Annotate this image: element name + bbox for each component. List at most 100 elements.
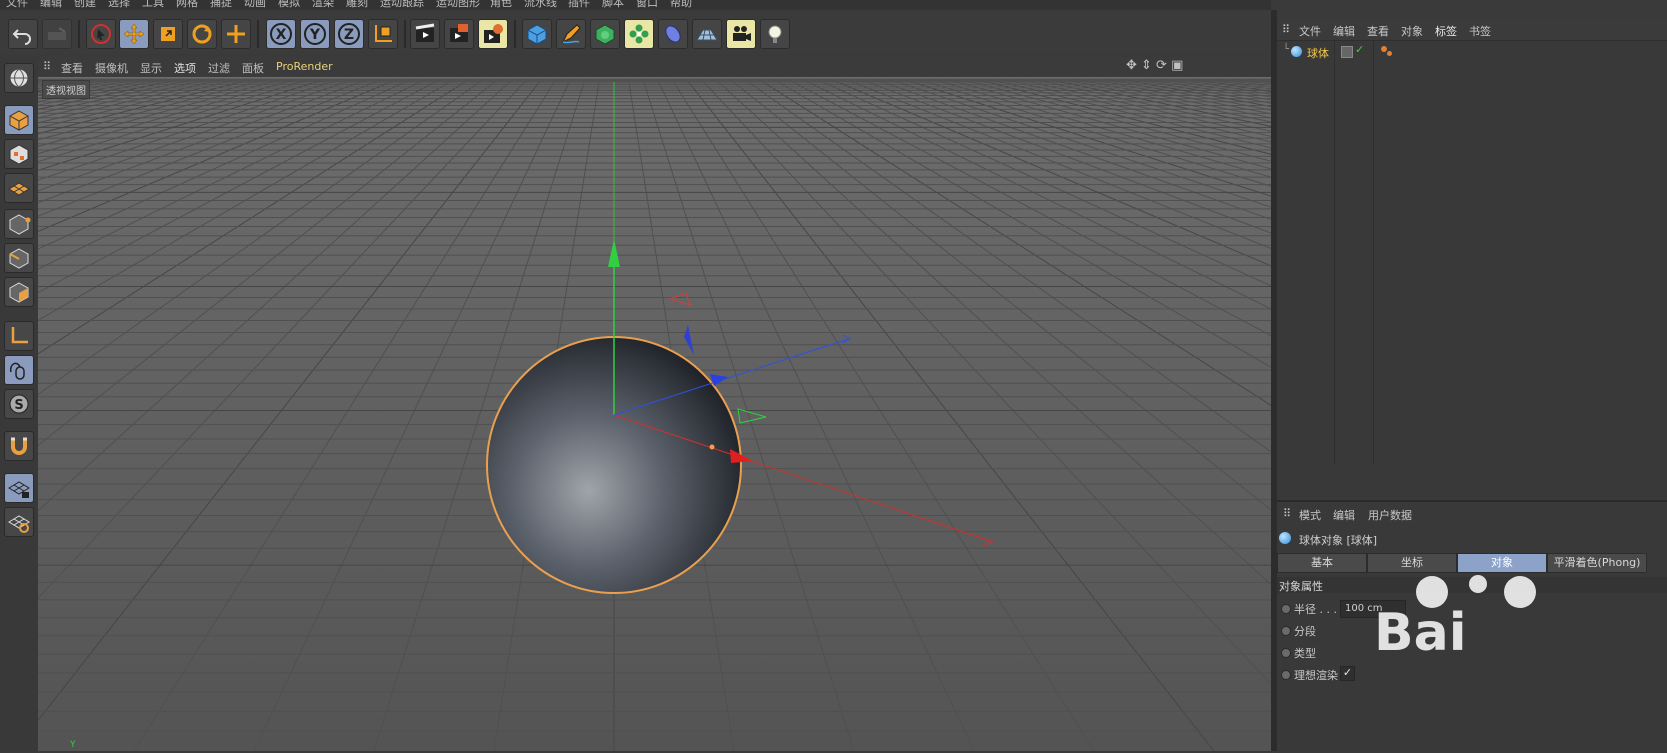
texture-mode-icon [9,144,29,165]
menu-render[interactable]: 渲染 [312,0,334,10]
coordinate-system-button[interactable] [368,19,398,49]
viewport-menu-filter[interactable]: 过滤 [208,60,230,76]
live-select-button[interactable] [86,19,116,49]
left-toolbar: S [0,57,38,751]
om-menu-view[interactable]: 查看 [1367,23,1389,39]
menu-edit[interactable]: 编辑 [40,0,62,10]
render-perfect-animation-dot[interactable] [1281,670,1291,680]
model-mode-button[interactable] [4,105,34,135]
viewport-menu-prorender[interactable]: ProRender [276,60,333,73]
perspective-viewport[interactable]: Y [38,77,1271,751]
menu-pipeline[interactable]: 流水线 [524,0,557,10]
menu-select[interactable]: 选择 [108,0,130,10]
menu-mesh[interactable]: 网格 [176,0,198,10]
om-menu-bookmarks[interactable]: 书签 [1469,23,1491,39]
viewport-menu-display[interactable]: 显示 [140,60,162,76]
planar-workplane-icon [8,515,30,533]
menu-window[interactable]: 窗口 [636,0,658,10]
snap-icon [11,437,27,455]
x-axis-icon: X [270,23,292,45]
polygons-mode-button[interactable] [4,277,34,307]
svg-text:Bai: Bai [1374,603,1467,663]
render-view-button[interactable] [410,19,440,49]
menu-tools[interactable]: 工具 [142,0,164,10]
menu-help[interactable]: 帮助 [670,0,692,10]
toolbar-separator [404,20,406,48]
scale-button[interactable] [153,19,183,49]
viewport-scene: Y [38,77,1271,751]
menu-plugins[interactable]: 插件 [568,0,590,10]
y-axis-icon: Y [304,23,326,45]
recent-tool-button[interactable] [221,19,251,49]
solo-button[interactable]: S [4,389,34,419]
viewport-menu-view[interactable]: 查看 [61,60,83,76]
move-button[interactable] [119,19,149,49]
menu-snap[interactable]: 捕捉 [210,0,232,10]
svg-text:S: S [14,398,23,413]
snap-button[interactable] [4,431,34,461]
y-axis-button[interactable]: Y [300,19,330,49]
om-menu-edit[interactable]: 编辑 [1333,23,1355,39]
make-editable-button[interactable] [4,63,34,93]
menu-mograph[interactable]: 运动图形 [436,0,480,10]
om-menu-objects[interactable]: 对象 [1401,23,1423,39]
viewport-menu-options[interactable]: 选项 [174,60,196,76]
am-menu-user-data[interactable]: 用户数据 [1368,507,1412,523]
menu-sculpt[interactable]: 雕刻 [346,0,368,10]
light-button[interactable] [760,19,790,49]
render-settings-button[interactable] [478,19,508,49]
viewport-menu-cameras[interactable]: 摄像机 [95,60,128,76]
object-name[interactable]: 球体 [1307,45,1329,61]
workplane-button[interactable] [4,173,34,203]
edges-mode-button[interactable] [4,243,34,273]
render-picture-viewer-icon [450,24,468,42]
menu-create[interactable]: 创建 [74,0,96,10]
axis-mode-button[interactable] [4,321,34,351]
points-mode-button[interactable] [4,209,34,239]
am-menu-edit[interactable]: 编辑 [1333,507,1355,523]
render-picture-viewer-button[interactable] [444,19,474,49]
floor-button[interactable] [692,19,722,49]
deformer-button[interactable] [658,19,688,49]
tweak-mode-icon [9,362,25,380]
menu-animate[interactable]: 动画 [244,0,266,10]
locked-workplane-button[interactable] [4,473,34,503]
menu-motion-tracker[interactable]: 运动跟踪 [380,0,424,10]
toolbar-separator [514,20,516,48]
redo-button[interactable] [42,19,72,49]
om-menu-tags[interactable]: 标签 [1435,23,1457,39]
menu-file[interactable]: 文件 [6,0,28,10]
z-axis-button[interactable]: Z [334,19,364,49]
enabled-check-icon[interactable]: ✓ [1355,43,1364,56]
camera-button[interactable] [726,19,756,49]
am-menu-mode[interactable]: 模式 [1299,507,1321,523]
undo-icon [12,29,31,45]
planar-workplane-button[interactable] [4,507,34,537]
toolbar-separator [78,20,80,48]
subdivision-button[interactable] [590,19,620,49]
rotate-button[interactable] [187,19,217,49]
tag-icon[interactable] [1387,51,1392,56]
tag-icon[interactable] [1381,46,1387,52]
undo-button[interactable] [8,19,38,49]
cube-button[interactable] [522,19,552,49]
viewport-menu-panel[interactable]: 面板 [242,60,264,76]
pen-button[interactable] [556,19,586,49]
type-animation-dot[interactable] [1281,648,1291,658]
visibility-icon[interactable] [1341,46,1353,58]
x-axis-button[interactable]: X [266,19,296,49]
render-perfect-checkbox[interactable]: ✓ [1340,666,1355,681]
mograph-button[interactable] [624,19,654,49]
viewport-nav-icons[interactable]: ✥ ⇕ ⟳ ▣ [1126,58,1183,73]
tab-basic[interactable]: 基本 [1277,553,1367,573]
segments-animation-dot[interactable] [1281,626,1291,636]
tweak-mode-button[interactable] [4,355,34,385]
menu-character[interactable]: 角色 [490,0,512,10]
radius-animation-dot[interactable] [1281,604,1291,614]
menu-script[interactable]: 脚本 [602,0,624,10]
texture-mode-button[interactable] [4,139,34,169]
object-row-sphere[interactable]: └ 球体 ✓ [1283,43,1663,61]
menu-simulate[interactable]: 模拟 [278,0,300,10]
move-icon [123,23,145,45]
om-menu-file[interactable]: 文件 [1299,23,1321,39]
